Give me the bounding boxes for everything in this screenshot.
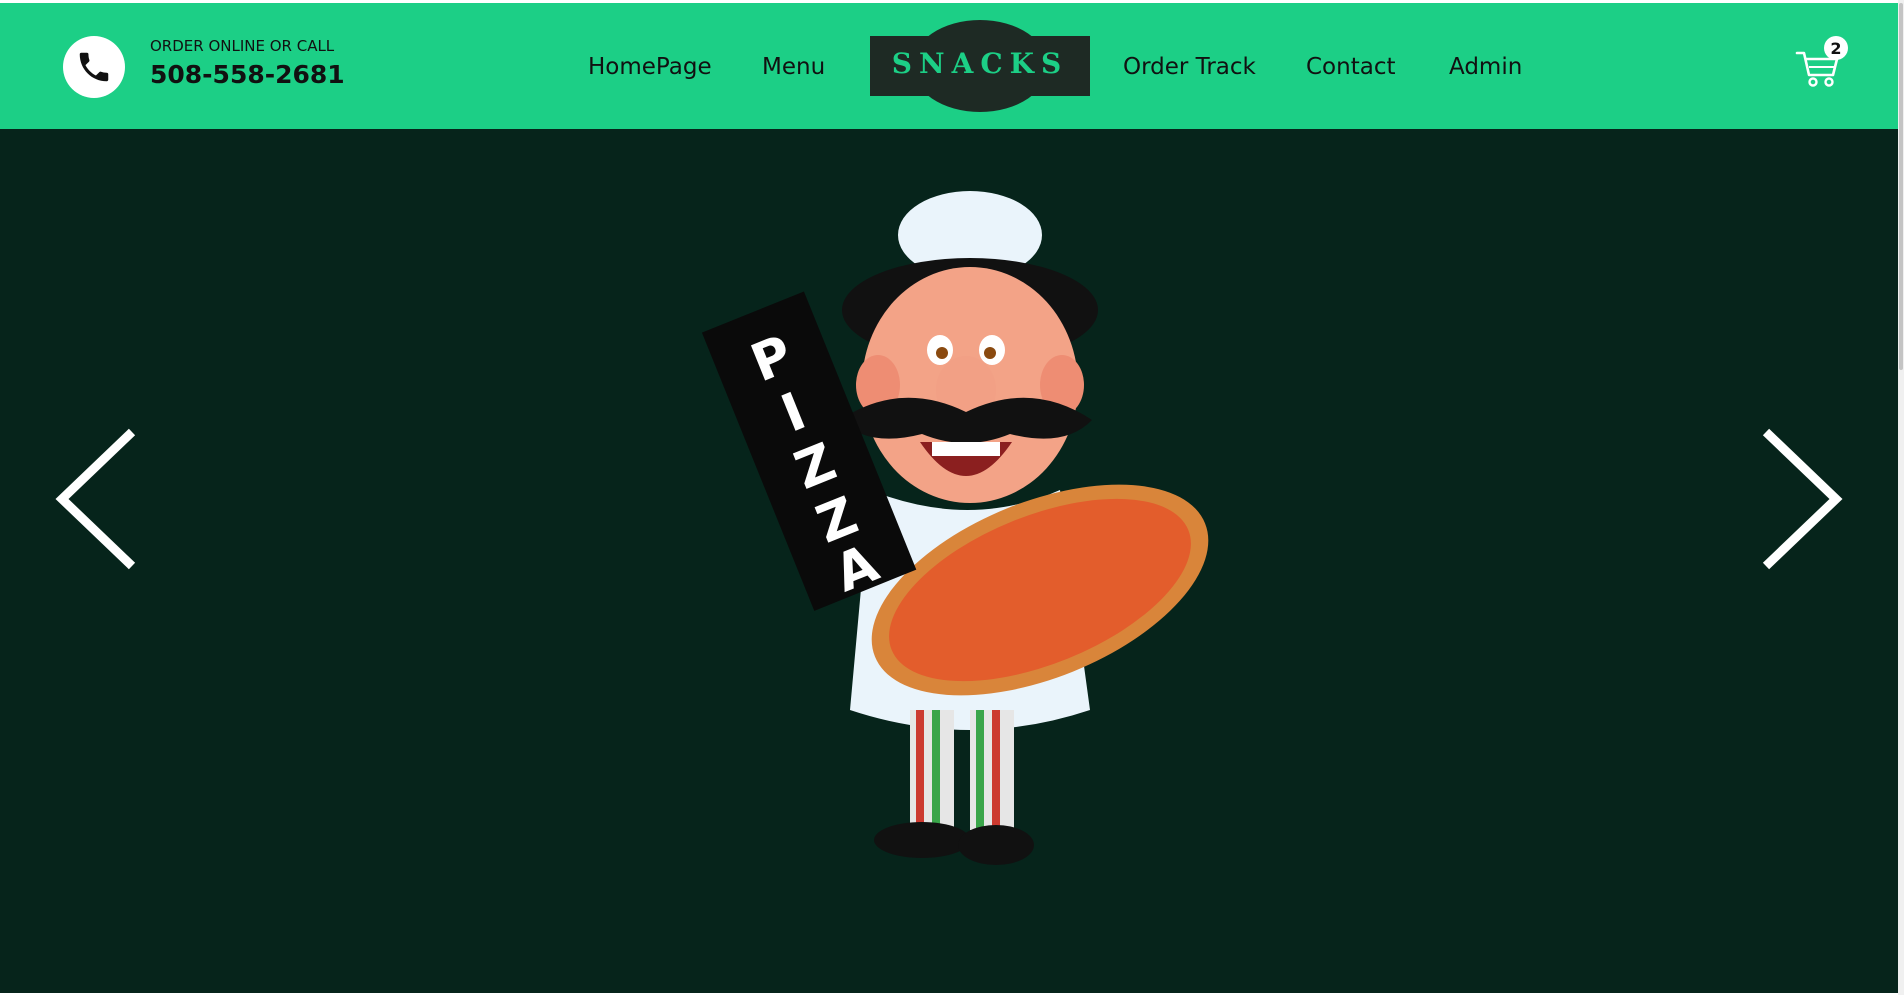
chevron-left-icon[interactable] xyxy=(52,428,138,570)
phone-number: 508-558-2681 xyxy=(150,60,345,89)
nav-admin[interactable]: Admin xyxy=(1449,54,1522,80)
pizza-chef-illustration: P I Z Z A xyxy=(701,191,1209,865)
navbar: ORDER ONLINE OR CALL 508-558-2681 HomePa… xyxy=(0,3,1898,129)
cart-count-badge: 2 xyxy=(1824,36,1848,60)
nav-menu[interactable]: Menu xyxy=(762,54,825,80)
nav-homepage[interactable]: HomePage xyxy=(588,54,712,80)
nav-contact[interactable]: Contact xyxy=(1306,54,1395,80)
chevron-right-icon[interactable] xyxy=(1760,428,1846,570)
phone-icon xyxy=(63,36,125,98)
scrollbar-thumb[interactable] xyxy=(1899,3,1903,370)
logo-text: SNACKS xyxy=(891,47,1069,80)
nav-order-track[interactable]: Order Track xyxy=(1123,54,1256,80)
order-online-label: ORDER ONLINE OR CALL xyxy=(150,37,335,55)
